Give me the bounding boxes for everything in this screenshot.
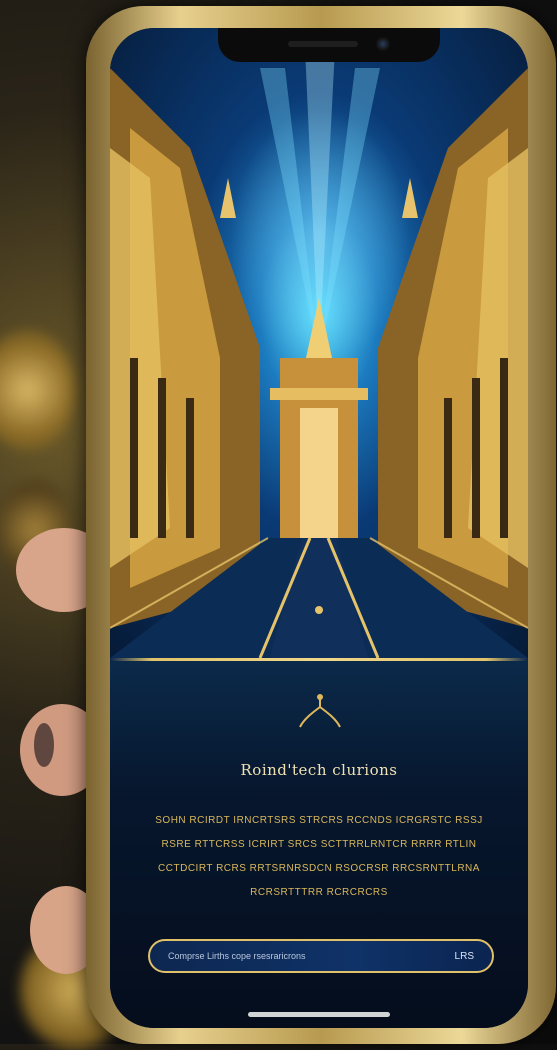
description-line: CCTDCIRT RCRS RRTSRNRSDCN RSOCRSR RRCSRN… (158, 863, 480, 874)
speaker-grille (288, 41, 358, 47)
hero-image (110, 28, 528, 658)
content-panel: Roind'tech clurions SOHN RCIRDT IRNCRTSR… (110, 661, 528, 1028)
description-line: RCRSRTTTRR RCRCRCRS (250, 887, 388, 898)
primary-action-button[interactable]: Comprse Lirths cope rsesraricrons LRS (148, 939, 494, 973)
bokeh-light-mid (0, 480, 70, 580)
description-line: RSRE RTTCRSS ICRIRT SRCS SCTTRRLRNTCR RR… (161, 839, 477, 850)
description-line: SOHN RCIRDT IRNCRTSRS STRCRS RCCNDS ICRG… (155, 815, 483, 826)
screen-title: Roind'tech clurions (240, 761, 398, 779)
screen-description: SOHN RCIRDT IRNCRTSRS STRCRS RCCNDS ICRG… (138, 809, 500, 905)
button-trailing-text: LRS (454, 950, 474, 962)
gold-flourish-icon (299, 694, 341, 728)
front-camera-icon (376, 37, 390, 51)
phone-screen: Roind'tech clurions SOHN RCIRDT IRNCRTSR… (110, 28, 528, 1028)
bokeh-light-left (0, 330, 75, 450)
phone-notch (218, 28, 440, 62)
button-label: Comprse Lirths cope rsesraricrons (168, 951, 306, 961)
phone-frame: Roind'tech clurions SOHN RCIRDT IRNCRTSR… (86, 6, 556, 1044)
home-indicator[interactable] (248, 1012, 390, 1017)
palace-illustration (110, 48, 528, 658)
